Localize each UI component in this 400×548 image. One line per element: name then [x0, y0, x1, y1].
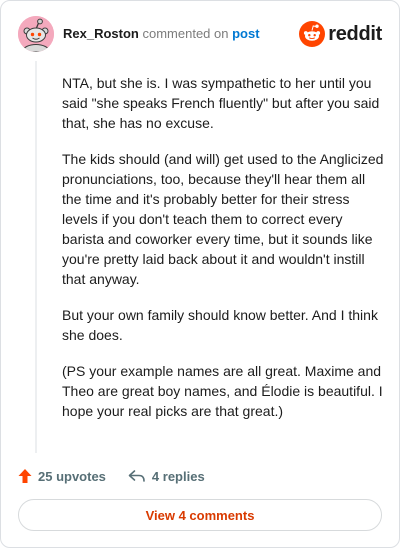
upvote-control[interactable]: 25 upvotes [18, 468, 106, 484]
action-text: commented on [142, 26, 229, 41]
upvote-count: 25 upvotes [38, 468, 106, 484]
comment-footer: 25 upvotes 4 replies [18, 465, 205, 487]
upvote-arrow-icon[interactable] [18, 468, 32, 484]
comment-header: Rex_Roston commented on post reddit [18, 16, 382, 52]
comment-card: Rex_Roston commented on post reddit NTA,… [0, 0, 400, 548]
thread-line [35, 61, 37, 453]
comment-paragraph: But your own family should know better. … [62, 307, 378, 343]
snoo-avatar-graphic [18, 16, 54, 52]
comment-meta: Rex_Roston commented on post [63, 26, 260, 41]
brand-name: reddit [328, 22, 382, 45]
snoo-avatar-icon[interactable] [18, 16, 54, 52]
username-link[interactable]: Rex_Roston [63, 26, 139, 41]
comment-paragraph: NTA, but she is. I was sympathetic to he… [62, 75, 380, 131]
post-link[interactable]: post [232, 26, 259, 41]
comment-paragraph: (PS your example names are all great. Ma… [62, 363, 383, 419]
view-comments-button[interactable]: View 4 comments [18, 499, 382, 531]
comment-body: NTA, but she is. I was sympathetic to he… [62, 73, 384, 437]
reply-count: 4 replies [151, 468, 205, 484]
reply-arrow-icon[interactable] [128, 469, 146, 483]
comment-paragraph: The kids should (and will) get used to t… [62, 151, 384, 287]
reddit-snoo-icon [299, 21, 326, 47]
replies-control[interactable]: 4 replies [128, 469, 205, 484]
reddit-logo[interactable]: reddit [299, 21, 382, 47]
